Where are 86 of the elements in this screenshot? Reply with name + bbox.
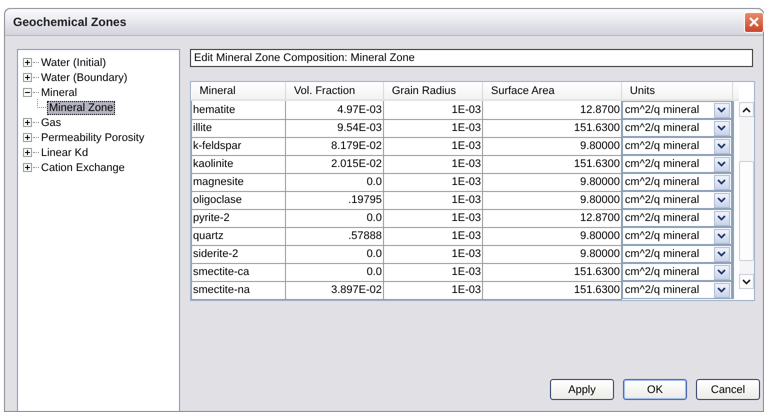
expand-icon[interactable] xyxy=(23,133,32,142)
expand-icon[interactable] xyxy=(23,148,32,157)
table-cell: kaolinite xyxy=(192,155,286,173)
tree-item[interactable]: Gas xyxy=(40,116,62,128)
table-cell: 9.80000 xyxy=(482,137,622,155)
table-cell: 12.8700 xyxy=(482,209,622,227)
close-button[interactable] xyxy=(744,12,764,32)
table-cell: 151.6300 xyxy=(482,155,622,173)
tree-item[interactable]: Mineral xyxy=(40,86,78,98)
units-dropdown[interactable]: cm^2/q mineral xyxy=(622,227,732,245)
heading-field: Edit Mineral Zone Composition: Mineral Zone xyxy=(190,49,753,67)
table-cell: illite xyxy=(192,119,286,137)
table-cell: 0.0 xyxy=(285,209,384,227)
table-cell: 0.0 xyxy=(285,173,384,191)
table-cell: 1E-03 xyxy=(383,155,482,173)
table-cell: oligoclase xyxy=(192,191,286,209)
table-cell: 8.179E-02 xyxy=(285,137,384,155)
table-cell: 4.97E-03 xyxy=(285,100,384,119)
tree-item[interactable]: Mineral Zone xyxy=(47,100,116,114)
table-cell: k-feldspar xyxy=(192,137,286,155)
tree-item[interactable]: Water (Initial) xyxy=(40,56,107,68)
table-cell: smectite-ca xyxy=(192,263,286,281)
table-cell: 9.80000 xyxy=(482,245,622,263)
units-dropdown[interactable]: cm^2/q mineral xyxy=(622,119,732,137)
scroll-thumb[interactable] xyxy=(739,161,754,261)
table-cell: pyrite-2 xyxy=(192,209,286,227)
column-header[interactable]: Grain Radius xyxy=(383,82,482,100)
scroll-up-icon[interactable] xyxy=(742,106,752,112)
table-cell: 9.80000 xyxy=(482,227,622,245)
tree-item[interactable]: Cation Exchange xyxy=(40,162,126,174)
units-dropdown[interactable]: cm^2/q mineral xyxy=(622,137,732,155)
table-cell: 9.80000 xyxy=(482,173,622,191)
tree-item[interactable]: Linear Kd xyxy=(40,146,90,158)
scroll-down-icon[interactable] xyxy=(742,278,752,284)
units-dropdown[interactable]: cm^2/q mineral xyxy=(622,245,732,263)
window-title: Geochemical Zones xyxy=(13,15,126,29)
table-cell: 0.0 xyxy=(285,245,384,263)
dialog-button[interactable]: Cancel xyxy=(696,379,760,400)
table-cell: 151.6300 xyxy=(482,281,622,299)
table-cell: 1E-03 xyxy=(383,245,482,263)
dialog-button[interactable]: OK xyxy=(623,379,687,400)
units-dropdown[interactable]: cm^2/q mineral xyxy=(622,155,732,173)
table-cell: .19795 xyxy=(285,191,384,209)
table-cell: 1E-03 xyxy=(383,227,482,245)
expand-icon[interactable] xyxy=(23,163,32,172)
units-dropdown[interactable]: cm^2/q mineral xyxy=(622,263,732,281)
expand-icon[interactable] xyxy=(23,118,32,127)
tree-item[interactable]: Water (Boundary) xyxy=(40,72,128,84)
table-cell: 1E-03 xyxy=(383,281,482,299)
table-cell: 1E-03 xyxy=(383,191,482,209)
table-cell: 1E-03 xyxy=(383,100,482,119)
table-cell: 151.6300 xyxy=(482,263,622,281)
column-header[interactable]: Surface Area xyxy=(482,82,622,100)
table-cell: .57888 xyxy=(285,227,384,245)
table-cell: hematite xyxy=(192,100,286,119)
table-cell: 12.8700 xyxy=(482,100,622,119)
units-dropdown[interactable]: cm^2/q mineral xyxy=(622,173,732,191)
table-cell: 3.897E-02 xyxy=(285,281,384,299)
units-dropdown[interactable]: cm^2/q mineral xyxy=(622,281,732,299)
table-cell: 1E-03 xyxy=(383,119,482,137)
table-cell: 1E-03 xyxy=(383,209,482,227)
table-cell: 9.80000 xyxy=(482,191,622,209)
table-cell: 1E-03 xyxy=(383,263,482,281)
table-cell: 1E-03 xyxy=(383,137,482,155)
table-cell: 2.015E-02 xyxy=(285,155,384,173)
column-header[interactable]: Mineral xyxy=(192,82,286,100)
scroll-bar[interactable] xyxy=(739,102,754,289)
units-dropdown[interactable]: cm^2/q mineral xyxy=(622,191,732,209)
units-dropdown[interactable]: cm^2/q mineral xyxy=(622,209,732,227)
table-cell: smectite-na xyxy=(192,281,286,299)
collapse-icon[interactable] xyxy=(23,88,32,97)
table-cell: quartz xyxy=(192,227,286,245)
table-cell: 151.6300 xyxy=(482,119,622,137)
column-header[interactable]: Units xyxy=(621,82,733,100)
table-cell: 9.54E-03 xyxy=(285,119,384,137)
units-dropdown[interactable]: cm^2/q mineral xyxy=(622,101,732,119)
table-cell: 0.0 xyxy=(285,263,384,281)
expand-icon[interactable] xyxy=(23,73,32,82)
expand-icon[interactable] xyxy=(23,58,32,67)
dialog-button[interactable]: Apply xyxy=(550,379,614,400)
close-icon xyxy=(748,16,760,28)
column-header[interactable]: Vol. Fraction xyxy=(285,82,384,100)
table-cell: siderite-2 xyxy=(192,245,286,263)
table-cell: magnesite xyxy=(192,173,286,191)
tree-item[interactable]: Permeability Porosity xyxy=(40,132,146,144)
table-cell: 1E-03 xyxy=(383,173,482,191)
